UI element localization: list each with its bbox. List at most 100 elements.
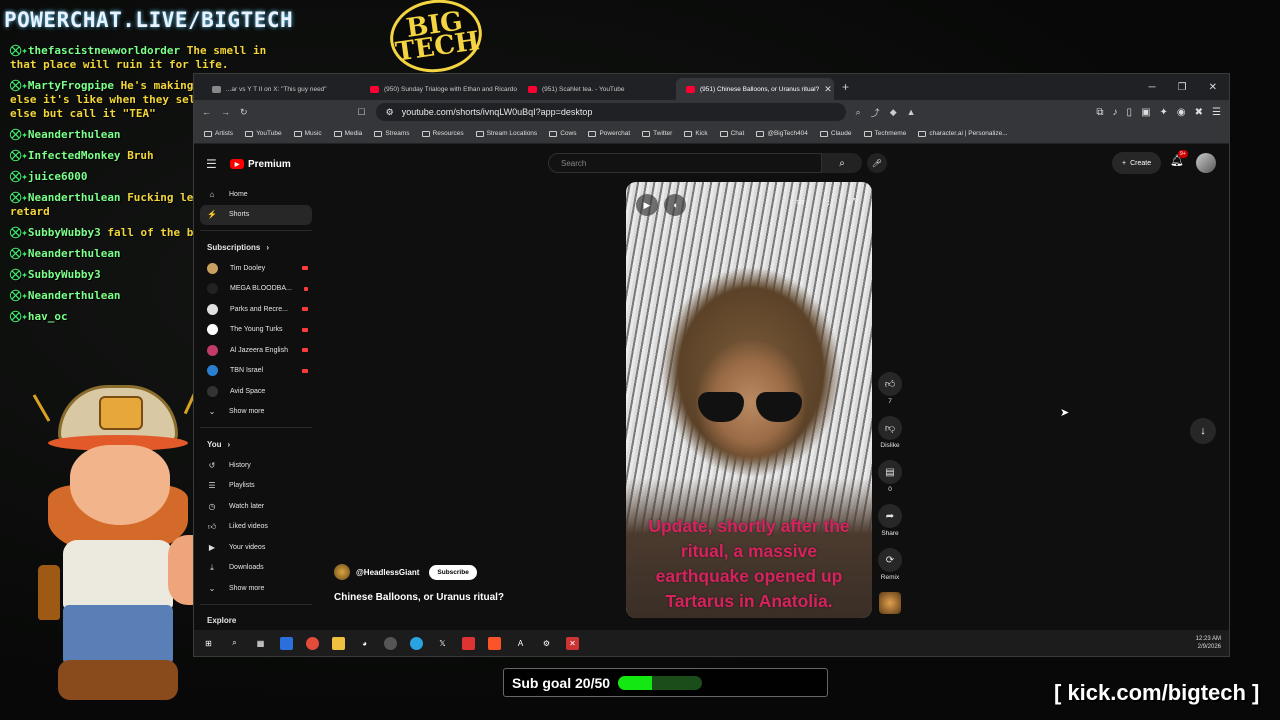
more-options-icon[interactable]: ⋮ xyxy=(824,196,833,207)
bookmark-icon[interactable]: ☐ xyxy=(358,107,366,118)
steam-icon[interactable]: ◕ xyxy=(358,637,371,650)
x-icon[interactable]: 𝕏 xyxy=(436,637,449,650)
search-button[interactable]: ⌕ xyxy=(822,153,862,173)
channel-avatar[interactable] xyxy=(334,564,350,580)
fullscreen-icon[interactable]: ⤢ xyxy=(848,196,855,207)
file-explorer-icon[interactable] xyxy=(332,636,345,650)
bookmark-item[interactable]: YouTube xyxy=(245,130,282,137)
menu-icon[interactable]: ☰ xyxy=(1212,107,1221,118)
sidebar-item-shorts[interactable]: ⚡ Shorts xyxy=(200,204,312,225)
share-page-icon[interactable]: ⤴ xyxy=(871,106,880,119)
bookmark-item[interactable]: Kick xyxy=(684,130,708,137)
chrome-icon[interactable] xyxy=(306,636,319,650)
music-icon[interactable]: ♪ xyxy=(1113,107,1118,118)
volume-icon[interactable]: ◖ xyxy=(664,194,686,216)
tab-scahlet-tea[interactable]: (951) Scahlet tea. - YouTube xyxy=(518,78,676,100)
bookmark-item[interactable]: Powerchat xyxy=(588,130,630,137)
dislike-icon[interactable]: 👎︎ xyxy=(878,416,902,440)
sidebar-show-more-you[interactable]: ⌄ Show more xyxy=(200,578,312,599)
sidebar-subscription[interactable]: Al Jazeera English xyxy=(200,340,312,361)
calendar-icon[interactable] xyxy=(462,636,475,650)
zoom-icon[interactable]: ⌕ xyxy=(856,107,861,118)
bookmark-item[interactable]: Stream Locations xyxy=(475,130,537,137)
font-app-icon[interactable]: A xyxy=(514,637,527,650)
windows-start-icon[interactable]: ⊞ xyxy=(202,637,215,650)
new-tab-icon[interactable]: + xyxy=(842,80,849,94)
obs-icon[interactable] xyxy=(384,636,397,650)
sidebar-show-more[interactable]: ⌄ Show more xyxy=(200,402,312,423)
minimize-icon[interactable]: ─ xyxy=(1149,82,1156,93)
youtube-logo[interactable]: ▶ Premium xyxy=(230,159,291,170)
task-view-icon[interactable]: ▦ xyxy=(254,637,267,650)
taskbar-clock[interactable]: 12:23 AM 2/9/2026 xyxy=(1196,635,1221,651)
vpn-icon[interactable]: ◉ xyxy=(1177,107,1186,118)
tab-chinese-balloons[interactable]: (951) Chinese Balloons, or Uranus ritual… xyxy=(676,78,834,100)
sound-thumbnail[interactable] xyxy=(879,592,901,614)
sidebar-subscription[interactable]: The Young Turks xyxy=(200,320,312,341)
sidebar-explore-header[interactable]: Explore xyxy=(200,610,312,632)
forward-icon[interactable]: → xyxy=(221,107,230,117)
bookmark-item[interactable]: Techmeme xyxy=(863,130,906,137)
sidebar-subscriptions-header[interactable]: Subscriptions › xyxy=(200,236,312,258)
telegram-icon[interactable] xyxy=(410,636,423,650)
bookmark-item[interactable]: Cows xyxy=(549,130,576,137)
subscribe-button[interactable]: Subscribe xyxy=(429,564,477,580)
video-title[interactable]: Chinese Balloons, or Uranus ritual? xyxy=(334,592,504,603)
guide-menu-icon[interactable]: ☰ xyxy=(206,157,230,171)
bookmark-item[interactable]: Artists xyxy=(204,130,233,137)
share-icon[interactable]: ➦ xyxy=(878,504,902,528)
brave-icon[interactable] xyxy=(488,636,501,650)
account-avatar[interactable] xyxy=(1196,153,1216,173)
bookmark-item[interactable]: Claude xyxy=(819,130,852,137)
create-button[interactable]: + Create xyxy=(1112,152,1162,174)
bookmark-item[interactable]: Chat xyxy=(719,130,744,137)
settings-app-icon[interactable]: ⚙ xyxy=(540,637,553,650)
sidebar-subscription[interactable]: Parks and Recre... xyxy=(200,299,312,320)
channel-name[interactable]: @HeadlessGiant xyxy=(356,568,419,577)
captions-icon[interactable]: ▭ xyxy=(796,196,805,207)
ai-icon[interactable]: ✦ xyxy=(1160,107,1168,118)
bookmark-item[interactable]: character.ai | Personalize... xyxy=(918,130,1008,137)
url-field[interactable]: ⚙ youtube.com/shorts/ivnqLW0uBqI?app=des… xyxy=(375,103,846,121)
sidebar-subscription[interactable]: TBN Israel xyxy=(200,361,312,382)
sidebar-subscription[interactable]: MEGA BLOODBA... xyxy=(200,279,312,300)
brave-rewards-icon[interactable]: ▲ xyxy=(907,107,916,117)
sidebar-you-item[interactable]: 👍︎ Liked videos xyxy=(200,517,312,538)
sidebar-icon[interactable]: ▯ xyxy=(1127,107,1133,118)
bookmark-item[interactable]: Streams xyxy=(374,130,410,137)
bookmark-item[interactable]: @BigTech404 xyxy=(756,130,808,137)
sidebar-you-header[interactable]: You › xyxy=(200,433,312,455)
comment-icon[interactable]: ▤ xyxy=(878,460,902,484)
taskbar-search-icon[interactable]: ⌕ xyxy=(228,637,241,650)
short-video-player[interactable]: ▶ ◖ ▭ ⋮ ⤢ Update, shortly after the ritu… xyxy=(626,182,872,618)
sidebar-subscription[interactable]: Avid Space xyxy=(200,381,312,402)
sidebar-you-item[interactable]: ☰ Playlists xyxy=(200,476,312,497)
sidebar-you-item[interactable]: ⤓ Downloads xyxy=(200,558,312,579)
site-info-icon[interactable]: ⚙ xyxy=(386,107,394,118)
tab-x-post[interactable]: ...ar vs Y T II on X: "This guy need" xyxy=(202,78,360,100)
reload-icon[interactable]: ↻ xyxy=(240,107,248,118)
sidebar-item-home[interactable]: ⌂ Home xyxy=(200,184,312,205)
streaming-app-icon[interactable]: ✕ xyxy=(566,636,579,650)
like-icon[interactable]: 👍︎ xyxy=(878,372,902,396)
maximize-icon[interactable]: ❐ xyxy=(1178,82,1187,93)
voice-search-icon[interactable]: 🎤︎ xyxy=(867,153,887,173)
sidebar-you-item[interactable]: ▶ Your videos xyxy=(200,537,312,558)
profile-x-icon[interactable]: ✖ xyxy=(1195,107,1203,118)
tab-sunday-trialoge[interactable]: (950) Sunday Trialoge with Ethan and Ric… xyxy=(360,78,518,100)
remix-icon[interactable]: ⟳ xyxy=(878,548,902,572)
extensions-icon[interactable]: ⧉ xyxy=(1096,107,1103,118)
bookmark-item[interactable]: Twitter xyxy=(642,130,672,137)
sidebar-you-item[interactable]: ↺ History xyxy=(200,455,312,476)
search-input[interactable]: Search xyxy=(548,153,822,173)
bookmark-item[interactable]: Music xyxy=(293,130,322,137)
copilot-icon[interactable] xyxy=(280,636,293,650)
sidebar-subscription[interactable]: Tim Dooley xyxy=(200,258,312,279)
back-icon[interactable]: ← xyxy=(202,107,211,117)
close-tab-icon[interactable]: ✕ xyxy=(824,84,832,95)
bookmark-item[interactable]: Media xyxy=(333,130,362,137)
next-short-button[interactable]: ↓ xyxy=(1190,418,1216,444)
bookmark-item[interactable]: Resources xyxy=(421,130,464,137)
sidebar-you-item[interactable]: ◷ Watch later xyxy=(200,496,312,517)
play-icon[interactable]: ▶ xyxy=(636,194,658,216)
